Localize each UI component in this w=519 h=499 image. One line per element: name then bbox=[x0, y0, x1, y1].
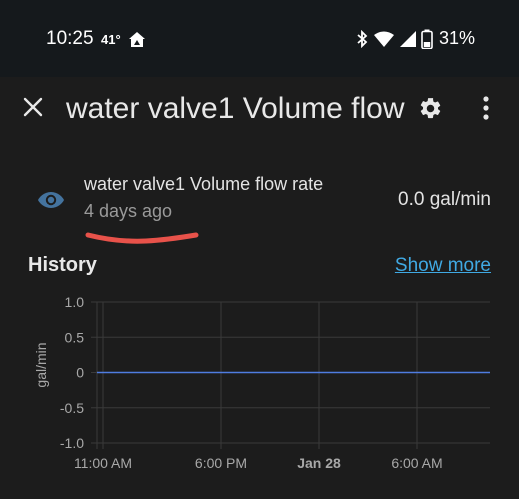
chart-y-axis-label: gal/min bbox=[33, 342, 49, 387]
chart-x-ticks: 11:00 AM 6:00 PM Jan 28 6:00 AM bbox=[74, 455, 443, 471]
chart-y-tick-label: 0 bbox=[76, 365, 84, 381]
entity-name: water valve1 Volume flow rate bbox=[84, 174, 324, 194]
gear-icon[interactable] bbox=[418, 96, 443, 121]
entity-last-changed: 4 days ago bbox=[84, 201, 173, 221]
battery-percent: 31% bbox=[438, 28, 475, 48]
show-more-link[interactable]: Show more bbox=[395, 255, 491, 277]
more-vert-icon[interactable] bbox=[478, 95, 494, 121]
chart-y-tick-label: 1.0 bbox=[65, 294, 85, 310]
battery-icon bbox=[421, 29, 433, 49]
entity-row[interactable]: water valve1 Volume flow rate 4 days ago… bbox=[0, 172, 519, 228]
chart-x-tick-label: 11:00 AM bbox=[74, 455, 132, 471]
chart-x-tick-label: 6:00 AM bbox=[391, 455, 442, 471]
annotation-underline bbox=[85, 232, 199, 244]
dialog-title: water valve1 Volume flow bbox=[66, 92, 405, 125]
signal-icon bbox=[399, 30, 416, 47]
home-icon bbox=[129, 32, 145, 47]
status-time: 10:25 bbox=[46, 28, 94, 49]
chart-y-ticks: 1.0 0.5 0 -0.5 -1.0 bbox=[60, 294, 84, 451]
chart-grid bbox=[91, 301, 490, 449]
wifi-icon bbox=[373, 31, 394, 47]
chart-y-tick-label: -1.0 bbox=[60, 435, 84, 451]
status-bar: 10:25 41° 31% bbox=[0, 0, 519, 77]
entity-dialog: water valve1 Volume flow water valve1 Vo… bbox=[0, 77, 519, 499]
chart-y-tick-label: 0.5 bbox=[65, 329, 85, 345]
eye-icon bbox=[38, 192, 64, 208]
bluetooth-icon bbox=[357, 29, 368, 48]
history-chart: 1.0 0.5 0 -0.5 -1.0 11:00 AM 6:00 PM Jan 28 6:0… bbox=[33, 294, 490, 471]
chart-y-tick-label: -0.5 bbox=[60, 400, 84, 416]
status-temperature: 41° bbox=[101, 32, 121, 47]
entity-state: 0.0 gal/min bbox=[398, 189, 491, 210]
chart-x-tick-label: 6:00 PM bbox=[195, 455, 247, 471]
chart-x-tick-label: Jan 28 bbox=[297, 455, 341, 471]
history-title: History bbox=[28, 254, 97, 276]
close-icon[interactable] bbox=[20, 94, 46, 120]
status-icons: 31% bbox=[355, 28, 475, 49]
